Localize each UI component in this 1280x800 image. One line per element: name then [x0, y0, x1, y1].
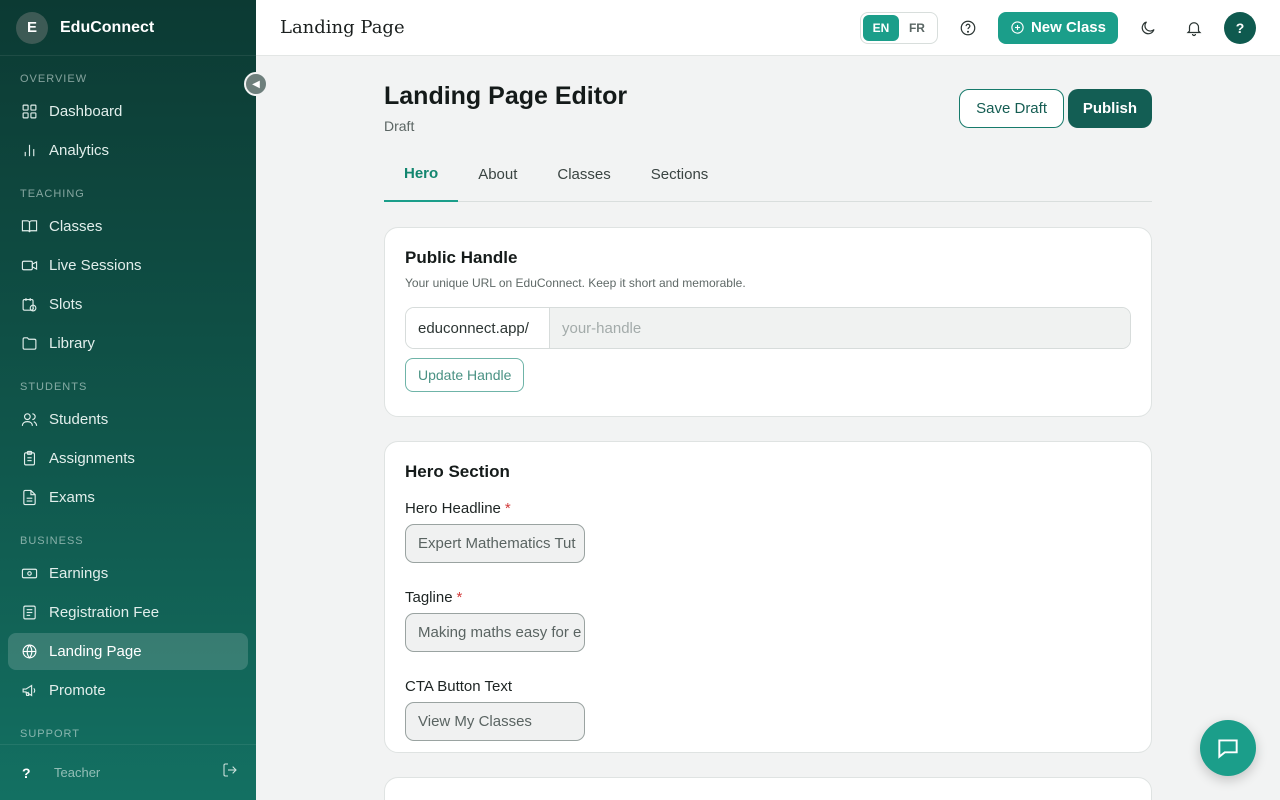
folder-icon	[20, 335, 38, 353]
plus-circle-icon	[1011, 21, 1024, 34]
sidebar-item-analytics[interactable]: Analytics	[8, 132, 248, 169]
sidebar-item-exams[interactable]: Exams	[8, 479, 248, 516]
sidebar-item-label: Exams	[49, 489, 95, 506]
cta-label: CTA Button Text	[405, 678, 512, 695]
chat-button[interactable]	[1200, 720, 1256, 776]
cta-input[interactable]: View My Classes	[405, 702, 585, 741]
sidebar-item-landing-page[interactable]: Landing Page	[8, 633, 248, 670]
sidebar-item-live-sessions[interactable]: Live Sessions	[8, 247, 248, 284]
required-marker: *	[504, 500, 511, 517]
tab-about[interactable]: About	[458, 146, 537, 202]
receipt-icon	[20, 604, 38, 622]
tab-hero[interactable]: Hero	[384, 146, 459, 202]
tab-classes[interactable]: Classes	[537, 146, 630, 202]
section-label-students: STUDENTS	[20, 381, 88, 393]
sidebar-item-label: Analytics	[49, 142, 110, 159]
sidebar-item-label: Landing Page	[49, 643, 142, 660]
required-marker: *	[456, 589, 463, 606]
sidebar: E EduConnect OVERVIEW Dashboard Analytic…	[0, 0, 256, 800]
sidebar-collapse-button[interactable]: ◀	[244, 72, 268, 96]
header-title: Landing Page	[280, 17, 405, 38]
file-icon	[20, 489, 38, 507]
card-subtitle: Your unique URL on EduConnect. Keep it s…	[405, 276, 746, 290]
brand[interactable]: E EduConnect	[0, 0, 256, 56]
tagline-label-text: Tagline	[405, 589, 453, 606]
public-handle-card: Public Handle Your unique URL on EduConn…	[384, 227, 1152, 417]
sidebar-item-assignments[interactable]: Assignments	[8, 440, 248, 477]
chat-icon	[1218, 739, 1238, 759]
sidebar-item-registration-fee[interactable]: Registration Fee	[8, 594, 248, 631]
sidebar-item-library[interactable]: Library	[8, 325, 248, 362]
section-label-overview: OVERVIEW	[20, 73, 88, 85]
section-label-business: BUSINESS	[20, 535, 84, 547]
tagline-label: Tagline *	[405, 589, 1131, 606]
hero-headline-label: Hero Headline *	[405, 500, 1131, 517]
card-title: Public Handle	[405, 248, 518, 267]
new-class-label: New Class	[1030, 19, 1106, 36]
globe-icon	[20, 643, 38, 661]
users-icon	[20, 411, 38, 429]
sidebar-item-label: Registration Fee	[49, 604, 160, 621]
lang-fr-button[interactable]: FR	[899, 15, 935, 41]
top-header: Landing Page EN FR New Class ?	[256, 0, 1280, 56]
dashboard-icon	[20, 103, 38, 121]
help-icon[interactable]	[952, 12, 984, 44]
help-badge[interactable]: ?	[22, 765, 36, 781]
sidebar-item-students[interactable]: Students	[8, 401, 248, 438]
publish-button[interactable]: Publish	[1067, 89, 1152, 128]
page-status: Draft	[384, 118, 415, 134]
sidebar-item-promote[interactable]: Promote	[8, 672, 248, 709]
sidebar-item-label: Promote	[49, 682, 106, 699]
money-icon	[20, 565, 38, 583]
handle-prefix: educonnect.app/	[406, 308, 550, 348]
clipboard-icon	[20, 450, 38, 468]
new-class-button[interactable]: New Class	[997, 11, 1118, 44]
sidebar-item-classes[interactable]: Classes	[8, 208, 248, 245]
moon-icon[interactable]	[1132, 12, 1164, 44]
main-content: Landing Page Editor Draft Save Draft Pub…	[384, 56, 1152, 800]
sidebar-item-label: Dashboard	[49, 103, 123, 120]
handle-field: educonnect.app/	[405, 307, 1131, 349]
section-label-teaching: TEACHING	[20, 188, 85, 200]
user-role: Teacher	[54, 765, 101, 780]
handle-input[interactable]	[550, 308, 1130, 348]
sidebar-item-label: Live Sessions	[49, 257, 142, 274]
update-handle-button[interactable]: Update Handle	[405, 358, 525, 392]
sidebar-item-label: Slots	[49, 296, 83, 313]
hero-section-card: Hero Section Hero Headline * Expert Mathe…	[384, 441, 1152, 753]
chevron-left-icon: ◀	[252, 78, 260, 90]
logout-icon[interactable]	[222, 762, 238, 783]
calendar-clock-icon	[20, 296, 38, 314]
brand-name: EduConnect	[60, 18, 155, 36]
tab-sections[interactable]: Sections	[631, 146, 729, 202]
section-label-support: SUPPORT	[20, 728, 80, 740]
sidebar-item-label: Library	[49, 335, 95, 352]
sidebar-item-label: Earnings	[49, 565, 109, 582]
analytics-icon	[20, 142, 38, 160]
page-header: Landing Page Editor Draft Save Draft Pub…	[384, 56, 1152, 146]
bell-icon[interactable]	[1178, 12, 1210, 44]
megaphone-icon	[20, 682, 38, 700]
lang-en-button[interactable]: EN	[862, 14, 899, 41]
brand-avatar: E	[16, 11, 48, 44]
sidebar-item-dashboard[interactable]: Dashboard	[8, 93, 248, 130]
sidebar-footer: ? Teacher	[0, 744, 256, 800]
book-icon	[20, 218, 38, 236]
sidebar-item-label: Assignments	[49, 450, 135, 467]
sidebar-item-label: Classes	[49, 218, 103, 235]
tagline-input[interactable]: Making maths easy for e	[405, 613, 585, 652]
sidebar-item-slots[interactable]: Slots	[8, 286, 248, 323]
save-draft-button[interactable]: Save Draft	[959, 89, 1064, 128]
card-title: Hero Section	[405, 462, 510, 481]
hero-headline-label-text: Hero Headline	[405, 500, 501, 517]
next-section-card	[384, 777, 1152, 800]
editor-tabs: Hero About Classes Sections	[384, 146, 1152, 202]
hero-headline-input[interactable]: Expert Mathematics Tut	[405, 524, 585, 563]
sidebar-item-label: Students	[49, 411, 109, 428]
user-avatar[interactable]: ?	[1224, 11, 1256, 44]
language-toggle: EN FR	[859, 11, 938, 44]
sidebar-item-earnings[interactable]: Earnings	[8, 555, 248, 592]
video-icon	[20, 257, 38, 275]
page-title: Landing Page Editor	[384, 82, 628, 110]
